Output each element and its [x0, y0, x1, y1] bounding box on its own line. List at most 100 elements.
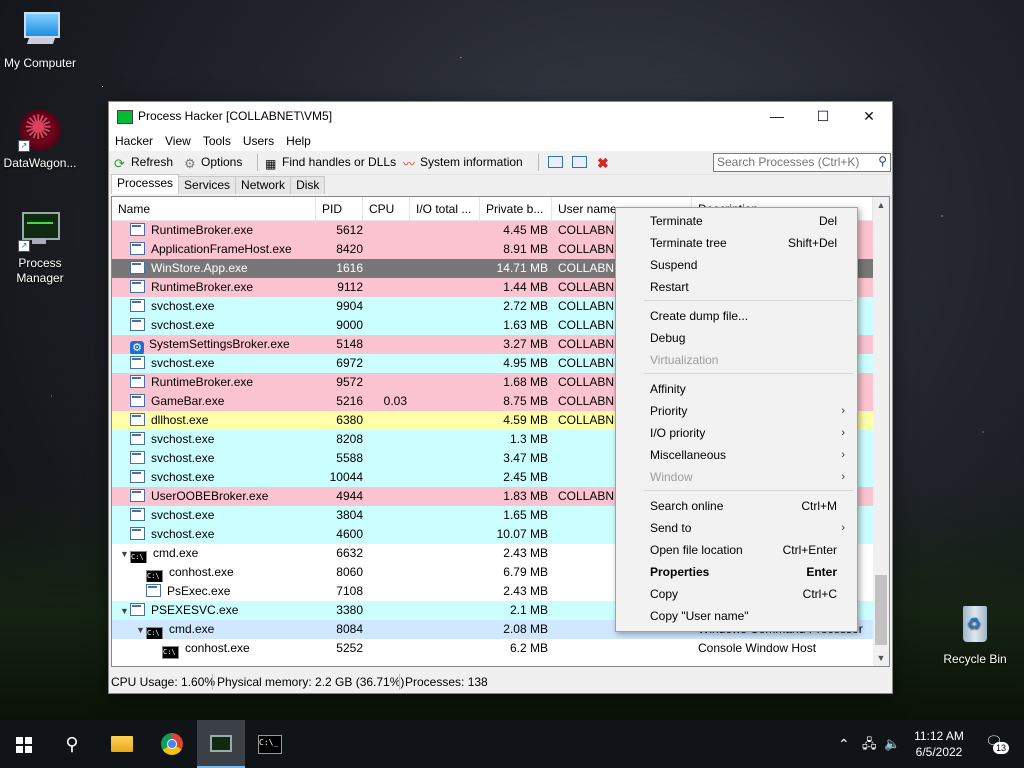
menu-item[interactable]: Suspend	[616, 254, 857, 276]
cell-pid: 3804	[336, 508, 363, 522]
menu-item[interactable]: Terminate Del	[616, 210, 857, 232]
menu-item-shortcut: Ctrl+Enter	[782, 543, 837, 557]
menu-item[interactable]: Search online Ctrl+M	[616, 495, 857, 517]
title-bar[interactable]: Process Hacker [COLLABNET\VM5] — ☐ ✕	[109, 102, 892, 131]
cell-name: C:\ conhost.exe	[112, 639, 316, 659]
file-explorer-taskbar-button[interactable]	[98, 720, 146, 768]
close-button[interactable]: ✕	[846, 102, 892, 131]
desktop-icon-datawagon[interactable]: ↗ DataWagon...	[0, 108, 80, 170]
scroll-up-icon[interactable]: ▲	[873, 197, 889, 213]
process-name: UserOOBEBroker.exe	[151, 489, 269, 503]
menu-item[interactable]: Affinity	[616, 378, 857, 400]
cell-name: svchost.exe	[112, 468, 316, 487]
menu-item[interactable]: Open file location Ctrl+Enter	[616, 539, 857, 561]
windows-logo-icon	[16, 737, 32, 753]
menu-tools[interactable]: Tools	[197, 131, 237, 148]
search-input[interactable]	[717, 154, 867, 169]
chevron-down-icon[interactable]: ▼	[136, 621, 146, 640]
chevron-down-icon[interactable]: ▼	[120, 602, 130, 621]
tab-disk[interactable]: Disk	[290, 176, 326, 194]
column-pid[interactable]: PID	[316, 197, 363, 220]
tab-processes[interactable]: Processes	[111, 174, 180, 194]
menu-separator	[644, 373, 853, 374]
chevron-up-icon[interactable]: ⌃	[838, 720, 850, 768]
menu-item-shortcut: Shift+Del	[787, 236, 837, 250]
network-icon[interactable]: 🖧	[862, 720, 877, 768]
cmd-taskbar-button[interactable]: C:\_	[245, 720, 293, 768]
refresh-label: Refresh	[131, 155, 174, 169]
vertical-scrollbar[interactable]: ▲ ▼	[873, 197, 889, 666]
menu-hacker[interactable]: Hacker	[109, 131, 159, 148]
process-name: svchost.exe	[151, 527, 215, 541]
menu-separator	[644, 490, 853, 491]
menu-item[interactable]: Restart	[616, 276, 857, 298]
minimize-button[interactable]: —	[754, 102, 800, 131]
notifications-button[interactable]: 🗨 13	[985, 733, 1010, 754]
menu-item[interactable]: Properties Enter	[616, 561, 857, 583]
menu-item[interactable]: Copy Ctrl+C	[616, 583, 857, 605]
window-icon-button[interactable]	[548, 154, 566, 172]
column-name[interactable]: Name	[112, 197, 316, 220]
menu-item[interactable]: Debug	[616, 327, 857, 349]
system-information-button[interactable]: 〰 System information	[403, 154, 523, 172]
menu-view[interactable]: View	[159, 131, 197, 148]
desktop-icon-label: DataWagon...	[3, 156, 77, 170]
process-window-icon	[130, 280, 145, 293]
process-hacker-taskbar-button[interactable]	[197, 720, 245, 768]
column-io-total[interactable]: I/O total ...	[410, 197, 480, 220]
cell-private-bytes: 3.27 MB	[503, 337, 548, 351]
refresh-button[interactable]: ⟳ Refresh	[114, 154, 173, 172]
options-button[interactable]: ⚙ Options	[184, 154, 242, 172]
menu-item[interactable]: Send to ›	[616, 517, 857, 539]
column-cpu[interactable]: CPU	[363, 197, 410, 220]
process-name: ApplicationFrameHost.exe	[151, 242, 292, 256]
menu-item[interactable]: I/O priority ›	[616, 422, 857, 444]
find-handles-button[interactable]: ▦ Find handles or DLLs	[265, 154, 396, 172]
desktop-icon-recycle-bin[interactable]: Recycle Bin	[935, 604, 1015, 666]
desktop-icon-my-computer[interactable]: My Computer	[0, 8, 80, 70]
folder-icon	[111, 736, 133, 752]
search-taskbar-button[interactable]: ⚲	[48, 720, 96, 768]
cell-pid: 4944	[336, 489, 363, 503]
go-to-window-button[interactable]	[572, 154, 590, 172]
tab-services[interactable]: Services	[178, 176, 237, 194]
maximize-button[interactable]: ☐	[800, 102, 846, 131]
system-clock[interactable]: 11:12 AM 6/5/2022	[904, 728, 974, 760]
cell-private-bytes: 2.72 MB	[503, 299, 548, 313]
menu-item-label: Terminate tree	[650, 236, 727, 250]
cell-pid: 9904	[336, 299, 363, 313]
menu-item[interactable]: Priority ›	[616, 400, 857, 422]
cell-name: svchost.exe	[112, 506, 316, 525]
column-private-bytes[interactable]: Private b...	[480, 197, 552, 220]
start-button[interactable]	[0, 720, 48, 768]
menu-users[interactable]: Users	[237, 131, 280, 148]
menu-item[interactable]: Terminate tree Shift+Del	[616, 232, 857, 254]
cell-pid: 9112	[337, 280, 363, 294]
system-information-label: System information	[420, 155, 523, 169]
cell-cpu: 0.03	[383, 394, 407, 408]
chevron-down-icon[interactable]: ▼	[120, 545, 130, 564]
menu-item-label: Copy "User name"	[650, 609, 749, 623]
menu-item[interactable]: Create dump file...	[616, 305, 857, 327]
menu-item-shortcut: Enter	[806, 565, 837, 579]
terminate-toolbar-button[interactable]: ✖	[597, 154, 614, 172]
scroll-down-icon[interactable]: ▼	[873, 650, 889, 666]
menu-item[interactable]: Miscellaneous ›	[616, 444, 857, 466]
cell-private-bytes: 1.68 MB	[503, 375, 548, 389]
scrollbar-thumb[interactable]	[875, 575, 887, 645]
cell-pid: 4600	[336, 527, 363, 541]
menu-item[interactable]: Copy "User name"	[616, 605, 857, 627]
menu-help[interactable]: Help	[280, 131, 317, 148]
search-icon[interactable]: ⚲	[878, 154, 887, 168]
cell-description: Console Window Host	[698, 641, 817, 655]
process-window-icon	[130, 603, 145, 616]
menu-item-shortcut: Del	[818, 214, 837, 228]
table-row[interactable]: C:\ conhost.exe 5252 6.2 MB Console Window H…	[112, 639, 873, 659]
tab-network[interactable]: Network	[235, 176, 292, 194]
volume-icon[interactable]: 🔈	[884, 720, 900, 768]
search-box[interactable]: ⚲	[713, 153, 891, 172]
chrome-taskbar-button[interactable]	[148, 720, 196, 768]
status-separator	[399, 674, 400, 690]
settings-icon: ⚙	[130, 341, 144, 355]
desktop-icon-process-manager[interactable]: ↗ Process Manager	[0, 208, 80, 286]
